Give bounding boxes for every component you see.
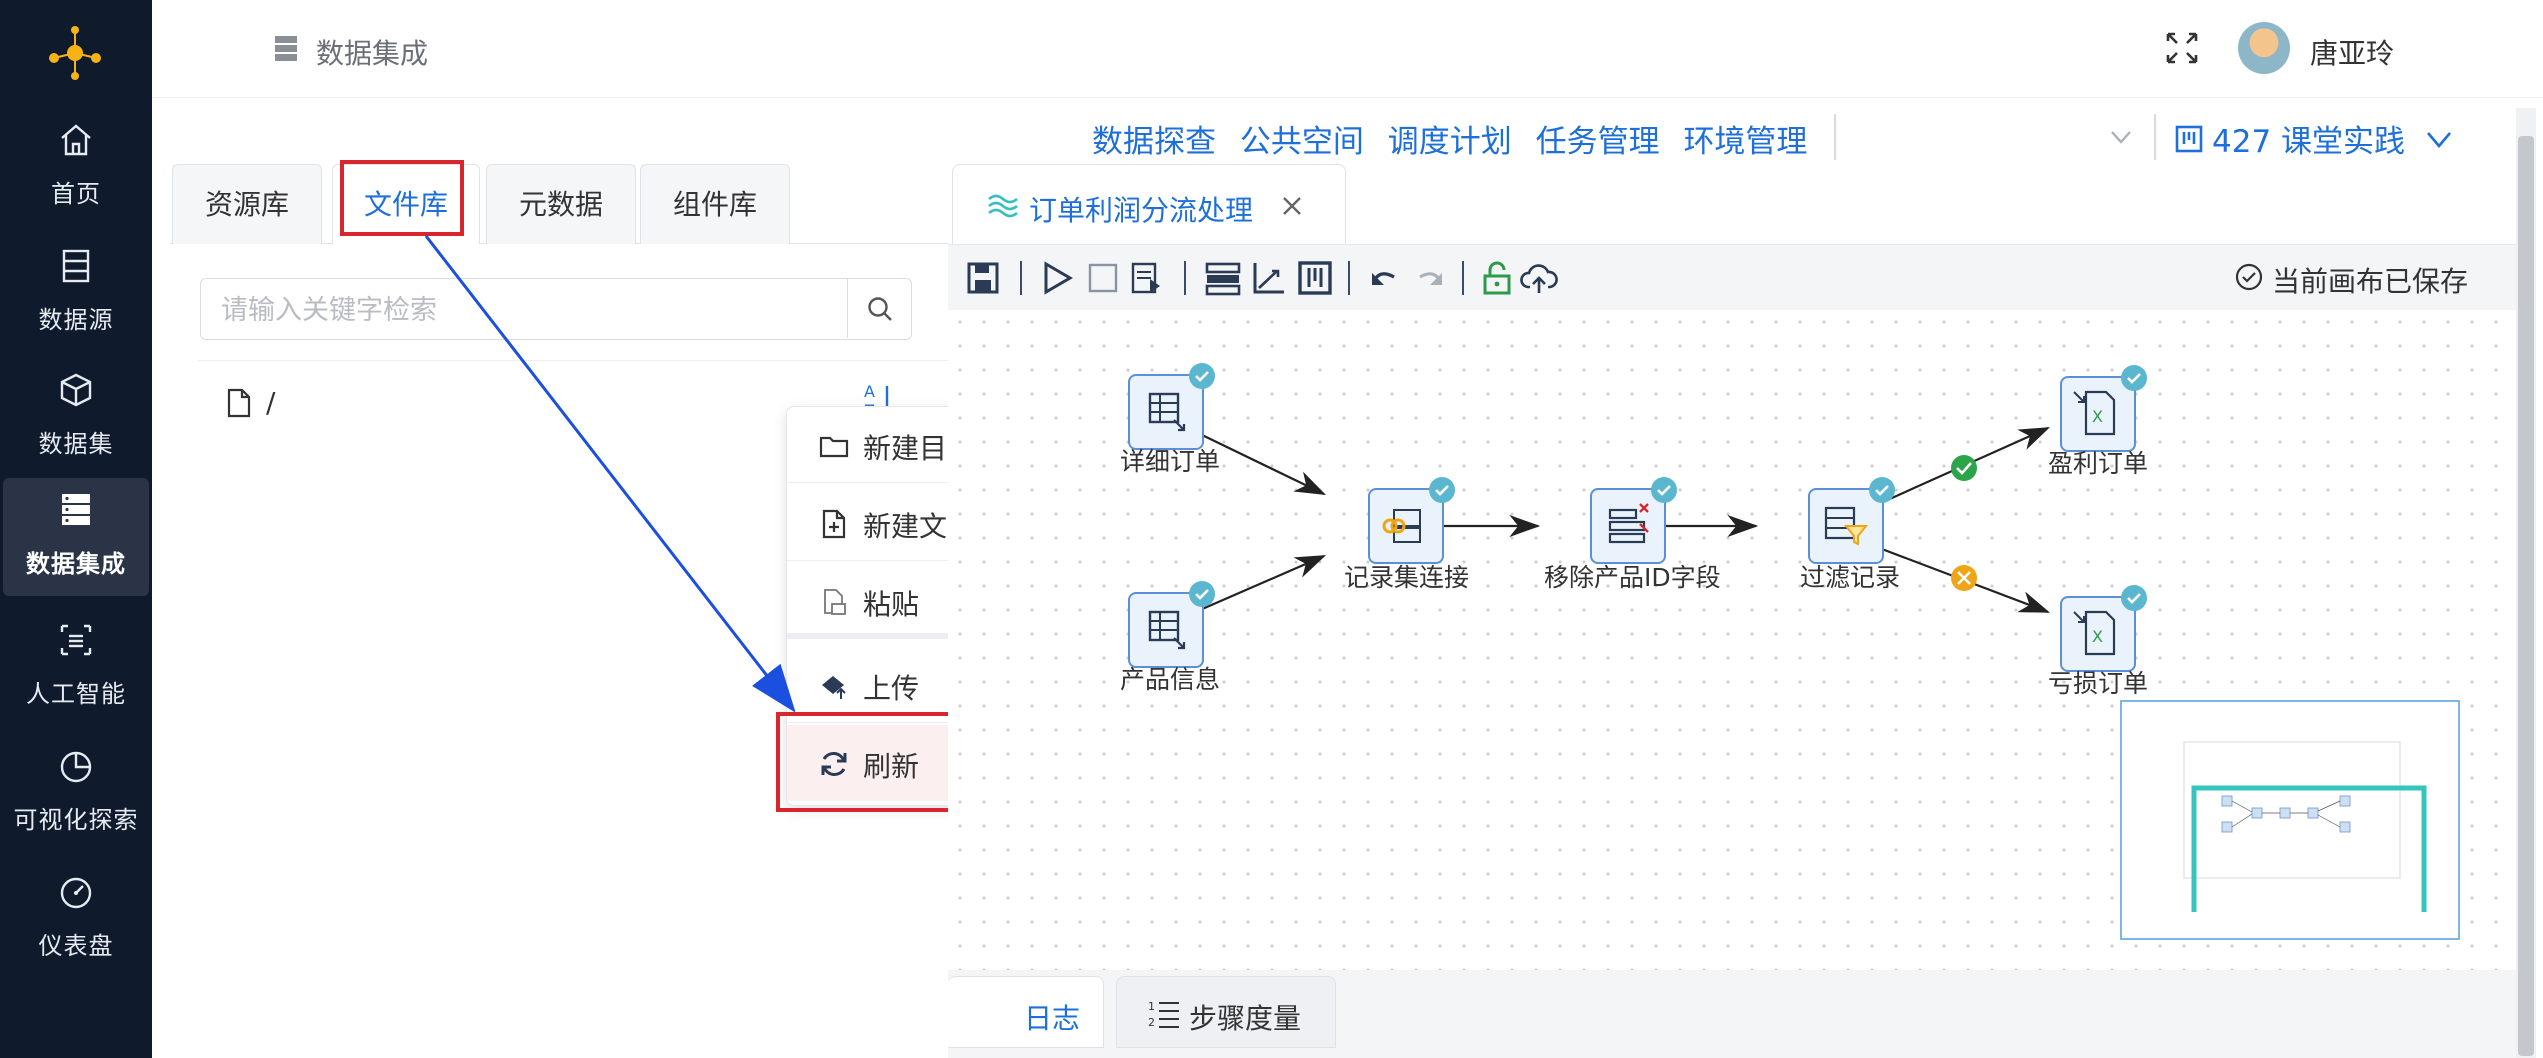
app-root: { "sidebar": { "items": [ {"label": "首页"… bbox=[0, 0, 2543, 1058]
annotation-arrow bbox=[424, 235, 796, 713]
